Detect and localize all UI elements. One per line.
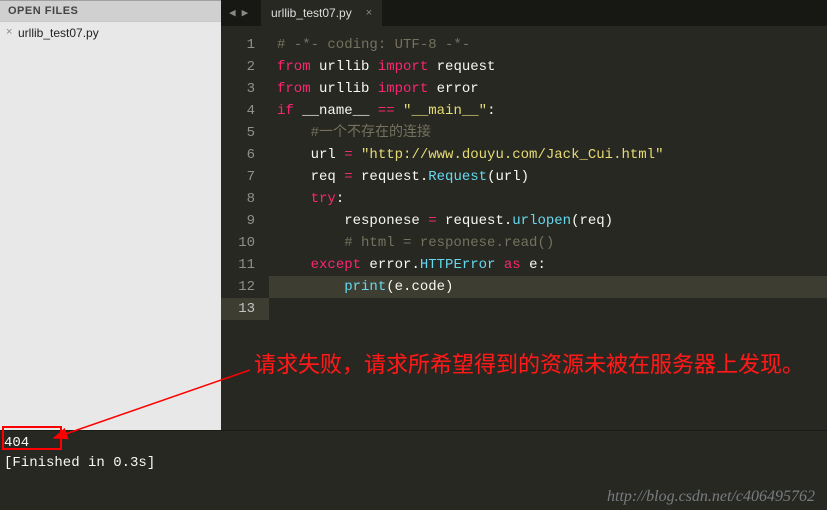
watermark-text: http://blog.csdn.net/c406495762 xyxy=(607,488,815,506)
code-line: from urllib import request xyxy=(269,56,827,78)
code-line: #一个不存在的连接 xyxy=(269,122,827,144)
line-number: 13 xyxy=(221,298,269,320)
code-line: req = request.Request(url) xyxy=(269,166,827,188)
line-number: 5 xyxy=(221,122,269,144)
code-line: print(e.code) xyxy=(269,276,827,298)
line-number: 12 xyxy=(221,276,269,298)
code-area: 12345678910111213 # -*- coding: UTF-8 -*… xyxy=(221,26,827,430)
console-line-status: [Finished in 0.3s] xyxy=(4,453,823,473)
code-line: from urllib import error xyxy=(269,78,827,100)
code-line: responese = request.urlopen(req) xyxy=(269,210,827,232)
line-number: 3 xyxy=(221,78,269,100)
line-number: 7 xyxy=(221,166,269,188)
line-number: 8 xyxy=(221,188,269,210)
close-icon[interactable]: × xyxy=(366,7,372,19)
sidebar-file-item[interactable]: urllib_test07.py xyxy=(0,22,221,44)
tab-file[interactable]: urllib_test07.py × xyxy=(261,0,383,26)
tab-title: urllib_test07.py xyxy=(271,6,352,20)
code-line: except error.HTTPError as e: xyxy=(269,254,827,276)
sidebar: OPEN FILES urllib_test07.py xyxy=(0,0,221,430)
line-number: 9 xyxy=(221,210,269,232)
line-number: 11 xyxy=(221,254,269,276)
output-console: 404 [Finished in 0.3s] xyxy=(0,430,827,486)
code-content[interactable]: # -*- coding: UTF-8 -*-from urllib impor… xyxy=(269,26,827,430)
tab-next-icon[interactable]: ▶ xyxy=(240,6,251,20)
code-line: # html = responese.read() xyxy=(269,232,827,254)
line-gutter: 12345678910111213 xyxy=(221,26,269,430)
editor-pane: ◀ ▶ urllib_test07.py × 12345678910111213… xyxy=(221,0,827,430)
console-line-output: 404 xyxy=(4,433,823,453)
line-number: 4 xyxy=(221,100,269,122)
code-line: if __name__ == "__main__": xyxy=(269,100,827,122)
line-number: 2 xyxy=(221,56,269,78)
code-line: try: xyxy=(269,188,827,210)
tab-bar: ◀ ▶ urllib_test07.py × xyxy=(221,0,827,26)
code-line: # -*- coding: UTF-8 -*- xyxy=(269,34,827,56)
line-number: 10 xyxy=(221,232,269,254)
code-line: url = "http://www.douyu.com/Jack_Cui.htm… xyxy=(269,144,827,166)
open-files-header: OPEN FILES xyxy=(0,1,221,22)
line-number: 6 xyxy=(221,144,269,166)
tab-prev-icon[interactable]: ◀ xyxy=(227,6,238,20)
line-number: 1 xyxy=(221,34,269,56)
